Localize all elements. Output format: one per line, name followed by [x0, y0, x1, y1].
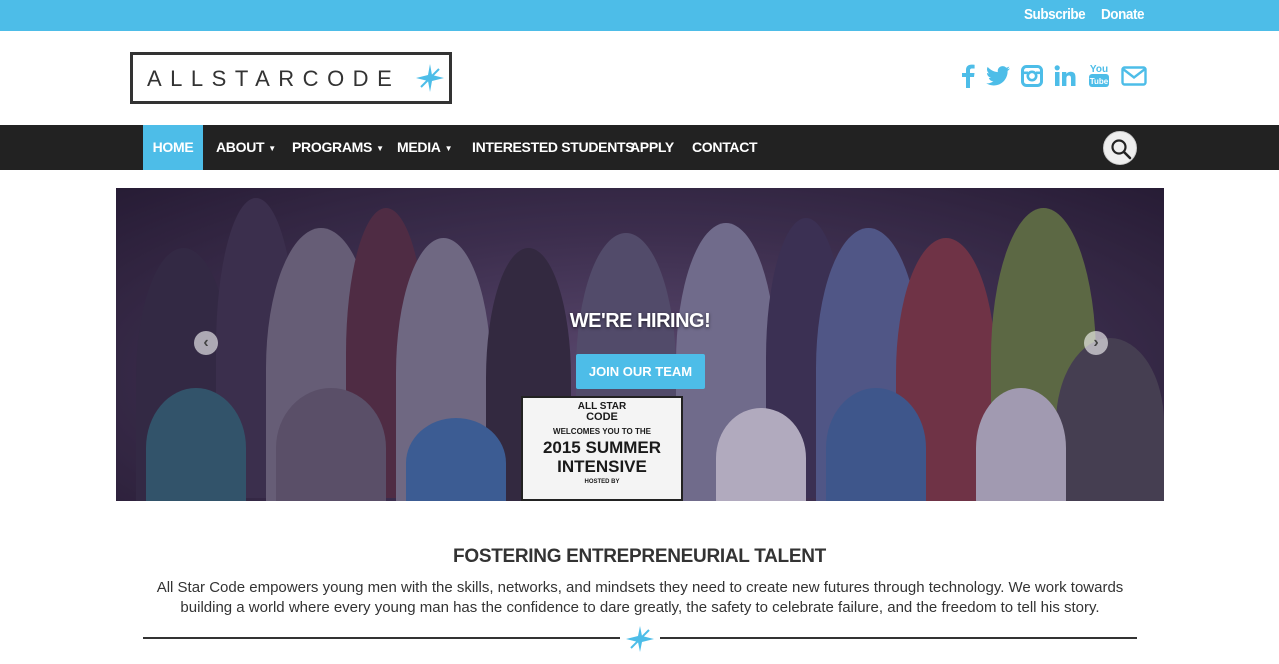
divider-line-left [143, 637, 620, 639]
nav-item-apply[interactable]: Apply [630, 125, 674, 170]
twitter-icon[interactable] [986, 66, 1010, 86]
star-logo-icon [416, 64, 444, 92]
site-logo[interactable]: ALLSTARCODE [130, 52, 452, 104]
nav-item-label: Media [397, 139, 441, 155]
main-navbar: Home About ▼ Programs ▼ Media ▼ Interested … [0, 125, 1279, 170]
sign-hosted: HOSTED BY [584, 479, 620, 485]
donate-link[interactable]: Donate [1101, 6, 1145, 23]
nav-item-label: Home [152, 139, 194, 155]
nav-item-label: About [216, 139, 265, 155]
carousel-next-arrow[interactable]: › [1084, 331, 1108, 355]
search-button[interactable] [1103, 131, 1137, 165]
nav-item-contact[interactable]: Contact [692, 125, 758, 170]
divider-line-right [660, 637, 1137, 639]
nav-item-media[interactable]: Media ▼ [397, 125, 453, 170]
hero-title: WE'RE HIRING! [569, 310, 711, 332]
nav-item-label: Programs [292, 139, 373, 155]
caret-down-icon: ▼ [444, 143, 453, 153]
subscribe-link[interactable]: Subscribe [1024, 6, 1086, 23]
nav-item-label: Interested Students [472, 139, 635, 155]
section-body: All Star Code empowers young men with th… [156, 579, 1124, 616]
nav-item-label: Apply [630, 139, 674, 155]
svg-text:Tube: Tube [1090, 77, 1109, 86]
nav-item-label: Contact [692, 139, 758, 155]
nav-item-programs[interactable]: Programs ▼ [292, 125, 384, 170]
carousel-prev-arrow[interactable]: ‹ [194, 331, 218, 355]
youtube-icon[interactable]: You Tube [1088, 62, 1110, 88]
facebook-icon[interactable] [961, 64, 975, 88]
logo-text: ALLSTARCODE [147, 66, 401, 91]
sign-welcome: WELCOMES YOU TO THE [553, 427, 651, 436]
instagram-icon[interactable] [1021, 65, 1043, 87]
sign-brand-bottom: CODE [586, 411, 618, 423]
email-icon[interactable] [1121, 66, 1147, 86]
sign-line2: INTENSIVE [557, 457, 647, 476]
sign-line1: 2015 SUMMER [542, 438, 662, 457]
hero-carousel: ALL STAR CODE WELCOMES YOU TO THE 2015 S… [116, 188, 1164, 501]
nav-item-home[interactable]: Home [143, 125, 203, 170]
top-utility-bar: Subscribe Donate [0, 0, 1279, 31]
section-title: FOSTERING ENTREPRENEURIAL TALENT [453, 546, 826, 567]
caret-down-icon: ▼ [268, 143, 276, 153]
join-our-team-button[interactable]: JOIN OUR TEAM [576, 354, 705, 389]
linkedin-icon[interactable] [1054, 65, 1076, 86]
caret-down-icon: ▼ [376, 143, 384, 153]
search-icon [1111, 139, 1132, 160]
svg-text:You: You [1090, 64, 1108, 75]
star-divider-icon [626, 626, 654, 652]
event-sign: ALL STAR CODE WELCOMES YOU TO THE 2015 S… [521, 396, 683, 501]
nav-item-about[interactable]: About ▼ [216, 125, 276, 170]
nav-item-interested-students[interactable]: Interested Students [472, 125, 635, 170]
